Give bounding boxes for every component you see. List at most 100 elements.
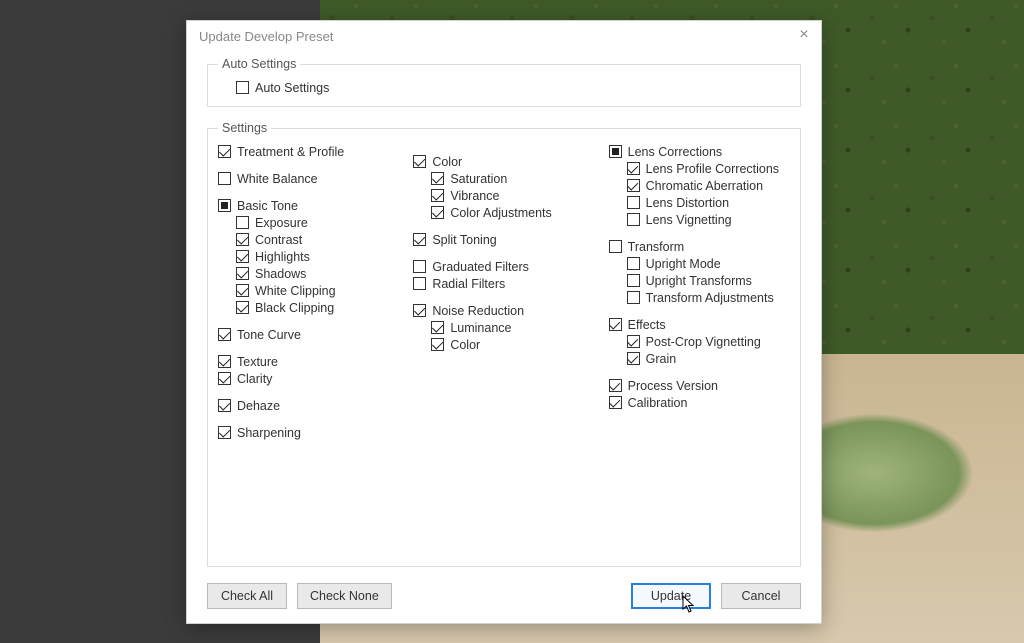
- checkbox-label: Tone Curve: [237, 328, 301, 342]
- luminance-checkbox[interactable]: Luminance: [413, 319, 594, 336]
- calibration-checkbox[interactable]: Calibration: [609, 394, 790, 411]
- checkbox-icon: [413, 260, 426, 273]
- color-checkbox[interactable]: Color: [413, 153, 594, 170]
- checkbox-icon: [431, 321, 444, 334]
- checkbox-label: Post-Crop Vignetting: [646, 335, 761, 349]
- contrast-checkbox[interactable]: Contrast: [218, 231, 399, 248]
- checkbox-icon: [627, 335, 640, 348]
- lens-corrections-checkbox[interactable]: Lens Corrections: [609, 143, 790, 160]
- checkbox-icon: [218, 145, 231, 158]
- checkbox-icon: [236, 216, 249, 229]
- exposure-checkbox[interactable]: Exposure: [218, 214, 399, 231]
- cancel-button[interactable]: Cancel: [721, 583, 801, 609]
- checkbox-icon: [431, 189, 444, 202]
- update-button[interactable]: Update: [631, 583, 711, 609]
- dialog-title: Update Develop Preset: [199, 29, 333, 44]
- chromatic-aberration-checkbox[interactable]: Chromatic Aberration: [609, 177, 790, 194]
- sharpening-checkbox[interactable]: Sharpening: [218, 424, 399, 441]
- check-none-button[interactable]: Check None: [297, 583, 392, 609]
- checkbox-label: Texture: [237, 355, 278, 369]
- checkbox-label: Graduated Filters: [432, 260, 529, 274]
- highlights-checkbox[interactable]: Highlights: [218, 248, 399, 265]
- checkbox-label: Transform: [628, 240, 685, 254]
- split-toning-checkbox[interactable]: Split Toning: [413, 231, 594, 248]
- color-adjustments-checkbox[interactable]: Color Adjustments: [413, 204, 594, 221]
- settings-group: Settings Treatment & Profile White Balan…: [207, 121, 801, 567]
- checkbox-label: Grain: [646, 352, 677, 366]
- basic-tone-checkbox[interactable]: Basic Tone: [218, 197, 399, 214]
- checkbox-label: Lens Profile Corrections: [646, 162, 779, 176]
- nr-color-checkbox[interactable]: Color: [413, 336, 594, 353]
- checkbox-icon: [218, 426, 231, 439]
- dialog-footer: Check All Check None Update Cancel: [187, 573, 821, 623]
- checkbox-label: Exposure: [255, 216, 308, 230]
- checkbox-icon: [431, 338, 444, 351]
- checkbox-label: Shadows: [255, 267, 306, 281]
- upright-transforms-checkbox[interactable]: Upright Transforms: [609, 272, 790, 289]
- checkbox-icon: [236, 250, 249, 263]
- saturation-checkbox[interactable]: Saturation: [413, 170, 594, 187]
- checkbox-icon: [627, 257, 640, 270]
- clarity-checkbox[interactable]: Clarity: [218, 370, 399, 387]
- noise-reduction-checkbox[interactable]: Noise Reduction: [413, 302, 594, 319]
- close-icon[interactable]: ×: [795, 27, 813, 45]
- update-preset-dialog: Update Develop Preset × Auto Settings Au…: [186, 20, 822, 624]
- radial-filters-checkbox[interactable]: Radial Filters: [413, 275, 594, 292]
- texture-checkbox[interactable]: Texture: [218, 353, 399, 370]
- settings-columns: Treatment & Profile White Balance Basic …: [218, 143, 790, 441]
- checkbox-icon: [609, 318, 622, 331]
- checkbox-label: White Balance: [237, 172, 318, 186]
- checkbox-label: Auto Settings: [255, 81, 329, 95]
- effects-checkbox[interactable]: Effects: [609, 316, 790, 333]
- checkbox-label: Saturation: [450, 172, 507, 186]
- checkbox-label: Noise Reduction: [432, 304, 524, 318]
- upright-mode-checkbox[interactable]: Upright Mode: [609, 255, 790, 272]
- checkbox-icon: [609, 240, 622, 253]
- grain-checkbox[interactable]: Grain: [609, 350, 790, 367]
- checkbox-label: Treatment & Profile: [237, 145, 344, 159]
- lens-profile-corrections-checkbox[interactable]: Lens Profile Corrections: [609, 160, 790, 177]
- checkbox-icon: [627, 352, 640, 365]
- check-all-button[interactable]: Check All: [207, 583, 287, 609]
- checkbox-mixed-icon: [609, 145, 622, 158]
- checkbox-label: Clarity: [237, 372, 272, 386]
- checkbox-icon: [627, 196, 640, 209]
- tone-curve-checkbox[interactable]: Tone Curve: [218, 326, 399, 343]
- dehaze-checkbox[interactable]: Dehaze: [218, 397, 399, 414]
- treatment-profile-checkbox[interactable]: Treatment & Profile: [218, 143, 399, 160]
- lens-distortion-checkbox[interactable]: Lens Distortion: [609, 194, 790, 211]
- settings-col-3: Lens Corrections Lens Profile Correction…: [609, 143, 790, 441]
- white-balance-checkbox[interactable]: White Balance: [218, 170, 399, 187]
- shadows-checkbox[interactable]: Shadows: [218, 265, 399, 282]
- settings-legend: Settings: [218, 121, 271, 135]
- checkbox-label: Transform Adjustments: [646, 291, 774, 305]
- checkbox-icon: [413, 304, 426, 317]
- auto-settings-legend: Auto Settings: [218, 57, 300, 71]
- checkbox-label: Upright Transforms: [646, 274, 752, 288]
- checkbox-icon: [218, 355, 231, 368]
- transform-checkbox[interactable]: Transform: [609, 238, 790, 255]
- auto-settings-checkbox[interactable]: Auto Settings: [218, 79, 790, 96]
- white-clipping-checkbox[interactable]: White Clipping: [218, 282, 399, 299]
- checkbox-icon: [236, 301, 249, 314]
- lens-vignetting-checkbox[interactable]: Lens Vignetting: [609, 211, 790, 228]
- checkbox-label: Upright Mode: [646, 257, 721, 271]
- graduated-filters-checkbox[interactable]: Graduated Filters: [413, 258, 594, 275]
- checkbox-icon: [431, 172, 444, 185]
- transform-adjustments-checkbox[interactable]: Transform Adjustments: [609, 289, 790, 306]
- process-version-checkbox[interactable]: Process Version: [609, 377, 790, 394]
- checkbox-label: Lens Vignetting: [646, 213, 732, 227]
- vibrance-checkbox[interactable]: Vibrance: [413, 187, 594, 204]
- checkbox-label: Color: [450, 338, 480, 352]
- black-clipping-checkbox[interactable]: Black Clipping: [218, 299, 399, 316]
- settings-col-2: Color Saturation Vibrance Color Adjustme…: [413, 143, 594, 441]
- checkbox-icon: [413, 233, 426, 246]
- checkbox-icon: [236, 233, 249, 246]
- checkbox-icon: [627, 213, 640, 226]
- checkbox-label: Process Version: [628, 379, 718, 393]
- checkbox-label: Color Adjustments: [450, 206, 551, 220]
- checkbox-icon: [218, 399, 231, 412]
- post-crop-vignetting-checkbox[interactable]: Post-Crop Vignetting: [609, 333, 790, 350]
- checkbox-label: Basic Tone: [237, 199, 298, 213]
- checkbox-label: Chromatic Aberration: [646, 179, 763, 193]
